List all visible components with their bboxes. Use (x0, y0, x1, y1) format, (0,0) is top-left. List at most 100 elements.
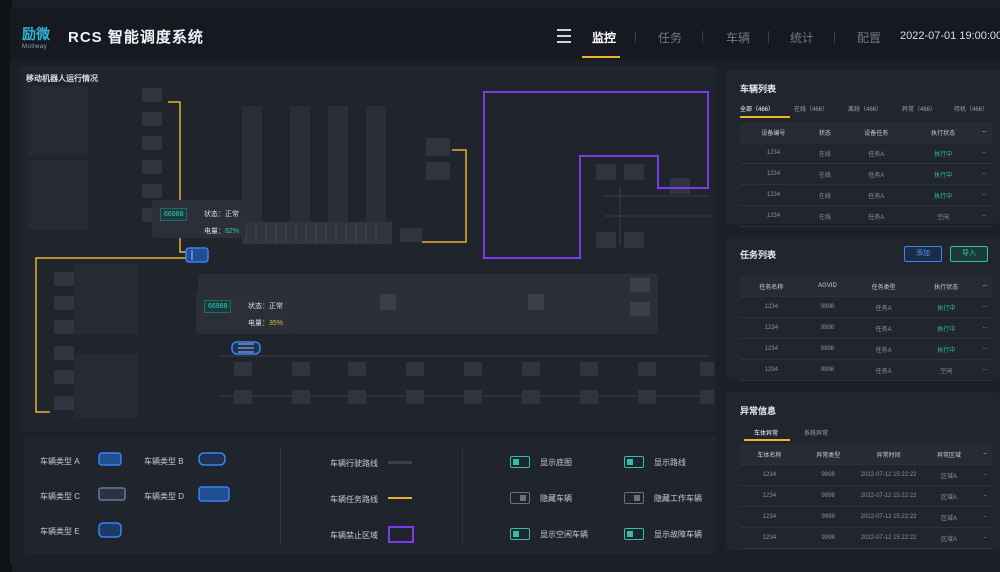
menu-icon[interactable] (557, 29, 571, 43)
toggle-label: 显示故障车辆 (654, 530, 702, 539)
table-cell: 在线 (806, 205, 843, 227)
table-header-cell: 异常时间 (857, 444, 920, 465)
table-cell: 任务A (852, 296, 915, 318)
table-cell: 在线 (806, 142, 843, 164)
table-cell: 2022-07-12 15:22:22 (857, 464, 920, 486)
toggle-show-idle-vehicles[interactable] (510, 528, 530, 540)
toggle-hide-working-vehicles[interactable] (624, 492, 644, 504)
table-cell: -- (977, 359, 992, 381)
nav-stats[interactable]: 统计 (790, 29, 814, 46)
top-bar: 励微 Mollway RCS 智能调度系统 监控 任务 车辆 统计 配置 2022… (10, 8, 1000, 60)
nav-config[interactable]: 配置 (857, 29, 881, 46)
table-row[interactable]: 1234 在线 任务A 空闲 -- (740, 205, 992, 227)
vehicle-tooltip: 66988 状态：正常 电量：35% (196, 292, 290, 334)
warehouse-map[interactable] (20, 66, 716, 432)
table-cell: 1234 (740, 338, 803, 360)
table-cell: 区域A (919, 485, 979, 507)
panel-title: 异常信息 (740, 406, 777, 416)
table-cell: 1234 (740, 163, 807, 185)
legend-forbidden-zone: 车辆禁止区域 (330, 531, 378, 540)
nav-monitor[interactable]: 监控 (592, 29, 616, 46)
datetime: 2022-07-01 19:00:00 (900, 30, 1000, 42)
tab-body-alerts[interactable]: 车体异常 (754, 428, 778, 437)
vehicle-id[interactable]: 66988 (204, 300, 232, 313)
toggle-hide-vehicles[interactable] (510, 492, 530, 504)
tab-offline[interactable]: 离线（466） (848, 104, 882, 113)
app-window: 励微 Mollway RCS 智能调度系统 监控 任务 车辆 统计 配置 2022… (10, 8, 1000, 564)
table-cell: 1234 (740, 317, 803, 339)
nav-vehicles[interactable]: 车辆 (726, 29, 750, 46)
table-cell: 任务A (852, 359, 915, 381)
table-cell: 2022-07-12 15:22:22 (857, 527, 920, 549)
tab-indicator (740, 116, 790, 118)
vehicle-type-e-icon (98, 522, 122, 538)
table-cell: 执行中 (909, 142, 977, 164)
table-cell: 区域A (919, 527, 979, 549)
vehicle-type-a-icon (98, 452, 122, 466)
table-header: 设备编号 状态 设备任务 执行状态 -- (740, 122, 992, 143)
toggle-show-fault-vehicles[interactable] (624, 528, 644, 540)
table-row[interactable]: 1234 在线 任务A 执行中 -- (740, 142, 992, 164)
table-cell: 任务A (852, 338, 915, 360)
table-cell: 区域A (919, 506, 979, 528)
toggle-show-basemap[interactable] (510, 456, 530, 468)
table-row[interactable]: 1234 在线 任务A 执行中 -- (740, 163, 992, 185)
table-cell: 9998 (798, 527, 858, 549)
table-cell: 任务A (842, 205, 910, 227)
table-cell: -- (978, 464, 992, 486)
table-cell: 在线 (806, 163, 843, 185)
tab-standby[interactable]: 待机（466） (954, 104, 988, 113)
tab-indicator (744, 439, 790, 441)
legend-vehicle-e: 车辆类型 E (40, 527, 80, 536)
table-row[interactable]: 1234 9998 任务A 执行中 -- (740, 338, 992, 360)
vehicle-icon (231, 341, 261, 355)
table-row[interactable]: 1234 9998 任务A 空闲 -- (740, 359, 992, 381)
table-cell: -- (978, 527, 992, 549)
table-row[interactable]: 1234 9998 2022-07-12 15:22:22 区域A -- (740, 506, 992, 528)
vehicle-id[interactable]: 66988 (160, 208, 188, 221)
battery-value: 82% (225, 228, 240, 235)
battery-value: 35% (269, 320, 284, 327)
table-cell: -- (976, 205, 992, 227)
table-header-cell: 执行状态 (914, 276, 978, 297)
nav-divider (702, 31, 703, 43)
legend-divider (280, 448, 281, 544)
tab-all[interactable]: 全部（466） (740, 104, 774, 113)
table-row[interactable]: 1234 在线 任务A 执行中 -- (740, 184, 992, 206)
toggle-label: 隐藏工作车辆 (654, 494, 702, 503)
table-cell: -- (976, 184, 992, 206)
vehicle-type-b-icon (198, 452, 226, 466)
table-row[interactable]: 1234 9998 2022-07-12 15:22:22 区域A -- (740, 485, 992, 507)
battery-label: 电量： (248, 320, 269, 327)
table-cell: -- (976, 163, 992, 185)
legend-panel: 车辆类型 A 车辆类型 B 车辆类型 C 车辆类型 D 车辆类型 E 车辆行驶路… (24, 436, 716, 554)
table-cell: 执行中 (914, 338, 978, 360)
panel-title: 车辆列表 (740, 84, 777, 94)
toggle-show-routes[interactable] (624, 456, 644, 468)
tab-system-alerts[interactable]: 系统异常 (804, 428, 828, 437)
vehicle-icon (185, 247, 209, 263)
table-header-cell: 任务名称 (740, 276, 803, 297)
table-row[interactable]: 1234 9998 任务A 执行中 -- (740, 317, 992, 339)
tab-abnormal[interactable]: 异常（466） (902, 104, 936, 113)
toggle-label: 显示底图 (540, 458, 572, 467)
table-header-cell: 设备编号 (740, 122, 807, 143)
add-button[interactable]: 添加 (904, 246, 942, 262)
table-row[interactable]: 1234 9998 2022-07-12 15:22:22 区域A -- (740, 464, 992, 486)
nav-tasks[interactable]: 任务 (658, 29, 682, 46)
vehicle-list-panel: 车辆列表 全部（466） 在线（466） 离线（466） 异常（466） 待机（… (726, 70, 1000, 227)
legend-vehicle-d: 车辆类型 D (144, 492, 184, 501)
table-cell: 1234 (740, 359, 803, 381)
alert-tabs: 车体异常 系统异常 (740, 428, 860, 438)
vehicle-table: 设备编号 状态 设备任务 执行状态 -- 1234 在线 任务A 执行中 -- 1234 在线 任务… (740, 122, 992, 227)
table-cell: -- (977, 317, 992, 339)
table-cell: 1234 (740, 485, 799, 507)
table-row[interactable]: 1234 9998 任务A 执行中 -- (740, 296, 992, 318)
nav-divider (768, 31, 769, 43)
table-header-cell: -- (977, 276, 992, 297)
table-row[interactable]: 1234 9998 2022-07-12 15:22:22 区域A -- (740, 527, 992, 549)
table-cell: 1234 (740, 142, 807, 164)
tab-online[interactable]: 在线（466） (794, 104, 828, 113)
table-header-cell: 执行状态 (909, 122, 977, 143)
import-button[interactable]: 导入 (950, 246, 988, 262)
